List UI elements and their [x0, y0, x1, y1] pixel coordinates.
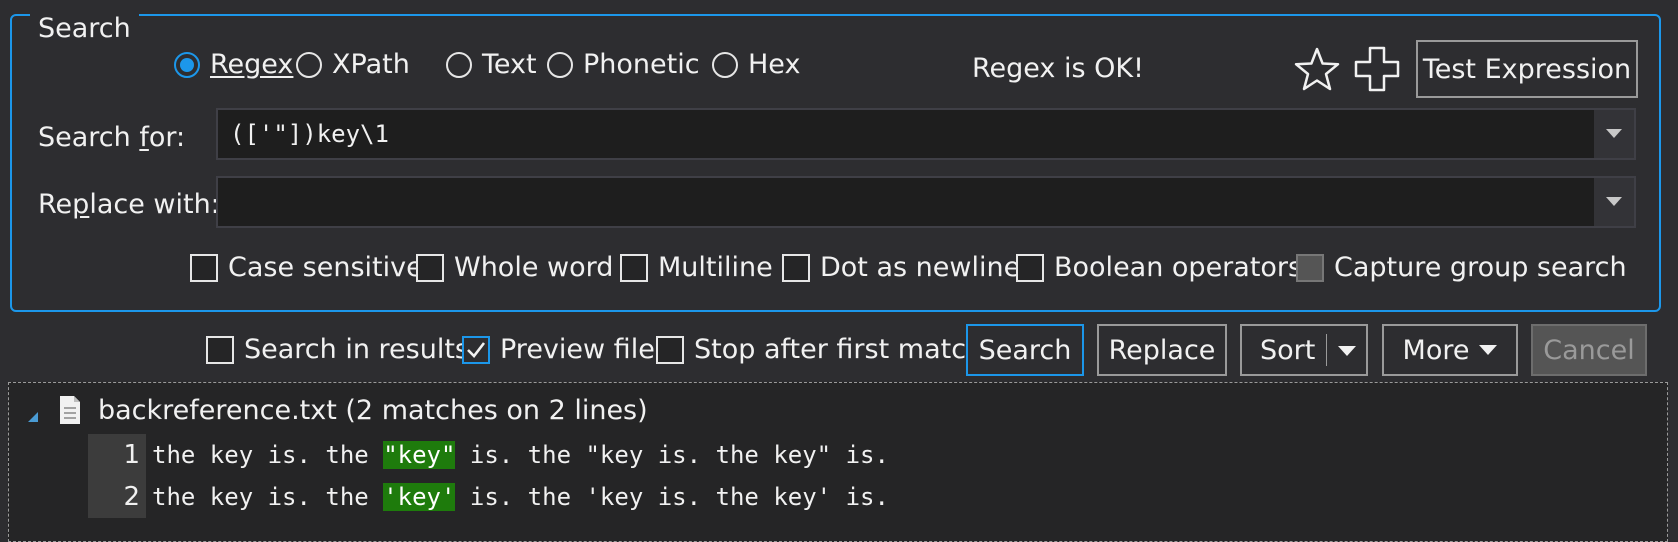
favorite-star-icon[interactable]: [1294, 46, 1340, 99]
result-file-name[interactable]: backreference.txt (2 matches on 2 lines): [98, 394, 648, 428]
search-group-legend: Search: [30, 14, 139, 44]
multiline-checkbox[interactable]: Multiline: [620, 251, 773, 285]
search-in-results-label: Search in results: [244, 334, 469, 365]
result-line[interactable]: the key is. the "key" is. the "key is. t…: [152, 441, 889, 469]
search-in-results-checkbox[interactable]: Search in results: [206, 333, 469, 367]
checkmark-icon: [467, 342, 486, 358]
file-document-icon: [58, 395, 82, 432]
sort-split-divider: [1326, 334, 1327, 366]
capture-group-search-label: Capture group search: [1334, 252, 1627, 283]
dot-as-newline-box[interactable]: [782, 254, 810, 282]
radio-hex-label: Hex: [748, 49, 801, 80]
boolean-operators-box[interactable]: [1016, 254, 1044, 282]
search-in-results-box[interactable]: [206, 336, 234, 364]
dot-as-newline-checkbox[interactable]: Dot as newline: [782, 251, 1020, 285]
search-button[interactable]: Search: [966, 324, 1084, 376]
stop-after-first-match-box[interactable]: [656, 336, 684, 364]
search-for-label: Search for:: [38, 122, 186, 153]
radio-text-label: Text: [482, 49, 537, 80]
preview-file-checkbox[interactable]: Preview file: [462, 333, 655, 367]
test-expression-button[interactable]: Test Expression: [1416, 40, 1638, 98]
radio-phonetic-indicator[interactable]: [547, 52, 573, 78]
result-line-text: the key is. the: [152, 441, 384, 469]
radio-regex-indicator[interactable]: [174, 52, 200, 78]
case-sensitive-label: Case sensitive: [228, 252, 423, 283]
boolean-operators-checkbox[interactable]: Boolean operators: [1016, 251, 1302, 285]
line-number: 1: [88, 434, 146, 476]
chevron-down-icon: [1606, 129, 1622, 138]
radio-hex-indicator[interactable]: [712, 52, 738, 78]
regex-status-text: Regex is OK!: [972, 53, 1144, 84]
radio-text[interactable]: Text: [446, 48, 537, 82]
sort-button-label: Sort: [1260, 334, 1316, 366]
case-sensitive-box[interactable]: [190, 254, 218, 282]
radio-xpath[interactable]: XPath: [296, 48, 410, 82]
preview-file-label: Preview file: [500, 334, 655, 365]
capture-group-search-checkbox[interactable]: Capture group search: [1296, 251, 1627, 285]
result-line-text: is. the 'key is. the key' is.: [455, 483, 889, 511]
whole-word-checkbox[interactable]: Whole word: [416, 251, 613, 285]
radio-xpath-label: XPath: [332, 49, 410, 80]
whole-word-box[interactable]: [416, 254, 444, 282]
replace-with-input[interactable]: [218, 178, 1590, 226]
capture-group-search-box[interactable]: [1296, 254, 1324, 282]
line-number: 2: [88, 476, 146, 518]
match-highlight: "key": [383, 441, 456, 469]
radio-phonetic[interactable]: Phonetic: [547, 48, 700, 82]
radio-text-indicator[interactable]: [446, 52, 472, 78]
search-for-combo[interactable]: [216, 108, 1636, 160]
replace-button[interactable]: Replace: [1097, 324, 1227, 376]
add-expression-icon[interactable]: [1354, 46, 1400, 99]
match-highlight: 'key': [383, 483, 456, 511]
sort-button[interactable]: Sort: [1240, 324, 1368, 376]
stop-after-first-match-label: Stop after first match: [694, 334, 984, 365]
preview-file-box[interactable]: [462, 336, 490, 364]
chevron-down-icon: [1606, 197, 1622, 206]
multiline-box[interactable]: [620, 254, 648, 282]
chevron-down-icon: [1479, 345, 1498, 355]
result-line-text: is. the "key is. the key" is.: [455, 441, 889, 469]
collapse-triangle-icon[interactable]: [26, 400, 40, 431]
more-button[interactable]: More: [1382, 324, 1518, 376]
radio-phonetic-label: Phonetic: [583, 49, 700, 80]
radio-regex[interactable]: Regex: [174, 48, 293, 82]
more-button-label: More: [1402, 334, 1470, 366]
search-for-dropdown-button[interactable]: [1594, 110, 1634, 158]
radio-xpath-indicator[interactable]: [296, 52, 322, 78]
dot-as-newline-label: Dot as newline: [820, 252, 1021, 283]
replace-with-dropdown-button[interactable]: [1594, 178, 1634, 226]
radio-hex[interactable]: Hex: [712, 48, 800, 82]
search-for-input[interactable]: [218, 110, 1590, 158]
stop-after-first-match-checkbox[interactable]: Stop after first match: [656, 333, 983, 367]
cancel-button[interactable]: Cancel: [1531, 324, 1647, 376]
radio-regex-label: Regex: [210, 49, 294, 80]
result-line[interactable]: the key is. the 'key' is. the 'key is. t…: [152, 483, 889, 511]
replace-with-combo[interactable]: [216, 176, 1636, 228]
boolean-operators-label: Boolean operators: [1054, 252, 1303, 283]
replace-with-label: Replace with:: [38, 189, 220, 220]
result-line-text: the key is. the: [152, 483, 384, 511]
whole-word-label: Whole word: [454, 252, 614, 283]
multiline-label: Multiline: [658, 252, 773, 283]
case-sensitive-checkbox[interactable]: Case sensitive: [190, 251, 423, 285]
chevron-down-icon[interactable]: [1338, 346, 1356, 356]
